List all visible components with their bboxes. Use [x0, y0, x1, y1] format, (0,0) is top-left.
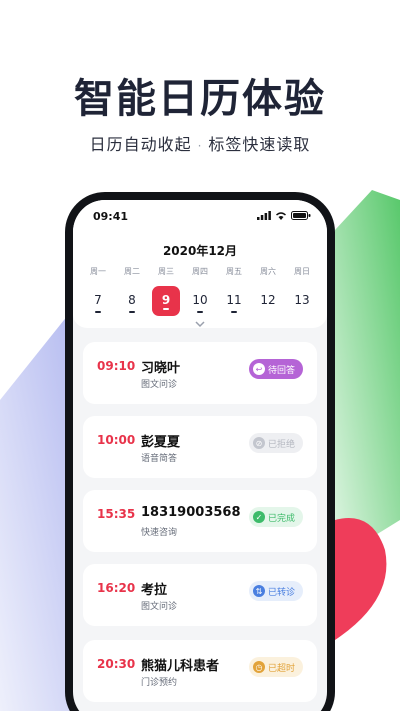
date-cell[interactable]: 10 — [183, 286, 217, 316]
status-badge: ↩ 待回答 — [248, 359, 303, 379]
weekday-label: 周三 — [158, 267, 174, 276]
weekday-label: 周日 — [294, 267, 310, 276]
date-cell[interactable]: 11 — [217, 286, 251, 316]
status-badge: ◷ 已超时 — [248, 657, 303, 677]
weekday-label: 周五 — [226, 267, 242, 276]
appointment-card[interactable]: 10:00 彭夏夏 语音简答 ⊘ 已拒绝 — [83, 416, 317, 478]
status-bar: 09:41 — [73, 200, 327, 232]
phone-screen: 09:41 2020年12月 周一 周二 周三 周四 周五 周六 周日 7 8 … — [73, 200, 327, 711]
calendar-header: 2020年12月 周一 周二 周三 周四 周五 周六 周日 7 8 9 10 1… — [73, 232, 327, 328]
patient-name: 18319003568 — [141, 505, 241, 520]
appointment-time: 20:30 — [97, 657, 136, 671]
subheadline: 日历自动收起 · 标签快速读取 — [0, 131, 400, 155]
appointment-card[interactable]: 09:10 习晓叶 图文问诊 ↩ 待回答 — [83, 342, 317, 404]
date-cell[interactable]: 8 — [115, 286, 149, 316]
consult-type: 图文问诊 — [141, 602, 178, 612]
pink-shape — [335, 518, 387, 640]
patient-name: 习晓叶 — [141, 361, 181, 376]
status-badge: ✓ 已完成 — [248, 507, 303, 527]
transfer-icon: ⇅ — [252, 585, 265, 597]
consult-type: 门诊预约 — [141, 678, 178, 688]
consult-type: 图文问诊 — [141, 380, 178, 390]
consult-type: 快速咨询 — [141, 528, 178, 538]
date-cell-selected[interactable]: 9 — [149, 286, 183, 316]
headline: 智能日历体验 — [74, 76, 326, 122]
battery-icon — [291, 211, 311, 220]
green-shape — [335, 190, 400, 560]
weekday-label: 周四 — [192, 267, 208, 276]
date-row: 7 8 9 10 11 12 13 — [81, 286, 319, 316]
appointment-card[interactable]: 15:35 18319003568 快速咨询 ✓ 已完成 — [83, 490, 317, 552]
appointment-card[interactable]: 16:20 考拉 图文问诊 ⇅ 已转诊 — [83, 564, 317, 626]
date-cell[interactable]: 13 — [285, 286, 319, 316]
appointment-time: 16:20 — [97, 581, 136, 595]
weekday-label: 周二 — [124, 267, 140, 276]
patient-name: 彭夏夏 — [141, 435, 181, 450]
date-cell[interactable]: 7 — [81, 286, 115, 316]
signal-icon — [257, 211, 271, 220]
appointment-card[interactable]: 20:30 熊猫儿科患者 门诊预约 ◷ 已超时 — [83, 640, 317, 702]
reply-icon: ↩ — [252, 363, 265, 375]
appointment-time: 10:00 — [97, 433, 136, 447]
status-badge: ⇅ 已转诊 — [248, 581, 303, 601]
chevron-down-icon[interactable] — [194, 320, 206, 328]
check-icon: ✓ — [252, 511, 265, 523]
wifi-icon — [276, 212, 286, 220]
weekday-label: 周一 — [90, 267, 106, 276]
patient-name: 考拉 — [141, 583, 168, 598]
declined-icon: ⊘ — [252, 437, 265, 449]
status-icons — [257, 211, 311, 220]
date-cell[interactable]: 12 — [251, 286, 285, 316]
appointment-time: 09:10 — [97, 359, 136, 373]
appointment-time: 15:35 — [97, 507, 136, 521]
status-time: 09:41 — [93, 210, 129, 223]
subheadline-right: 标签快速读取 — [208, 135, 311, 154]
clock-icon: ◷ — [252, 661, 265, 673]
weekday-row: 周一 周二 周三 周四 周五 周六 周日 — [81, 266, 319, 277]
patient-name: 熊猫儿科患者 — [141, 659, 220, 674]
consult-type: 语音简答 — [141, 454, 178, 464]
phone-mockup: 09:41 2020年12月 周一 周二 周三 周四 周五 周六 周日 7 8 … — [65, 192, 335, 711]
month-title: 2020年12月 — [162, 244, 238, 258]
subheadline-left: 日历自动收起 — [89, 135, 192, 154]
subheadline-separator: · — [197, 139, 203, 153]
status-badge: ⊘ 已拒绝 — [248, 433, 303, 453]
weekday-label: 周六 — [260, 267, 276, 276]
